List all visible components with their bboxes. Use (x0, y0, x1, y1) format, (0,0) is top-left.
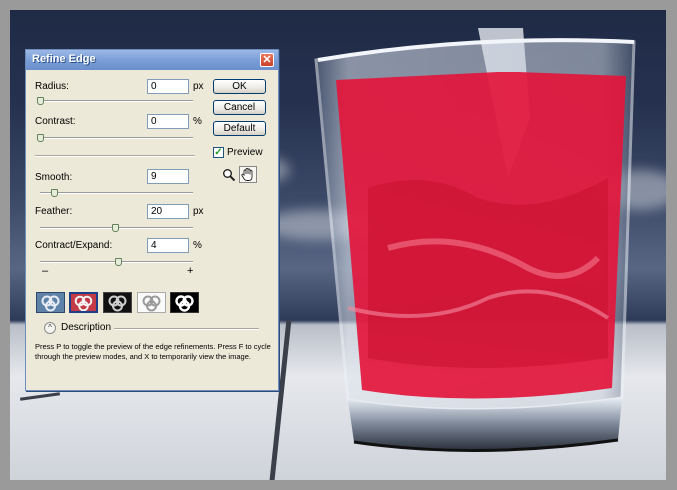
preview-label: Preview (227, 147, 263, 158)
minus-label: – (42, 265, 49, 277)
standard-mode-button[interactable] (36, 292, 65, 313)
description-toggle-icon[interactable]: ^ (44, 322, 56, 334)
mask-mode-button[interactable] (170, 292, 199, 313)
contrast-label: Contrast: (35, 116, 76, 127)
on-white-mode-icon (142, 295, 161, 312)
section-divider (35, 155, 195, 157)
mask-mode-icon (175, 295, 194, 312)
document-canvas: Refine Edge ✕ Radius: 0 px Contrast: 0 %… (0, 0, 677, 490)
description-text: Press P to toggle the preview of the edg… (35, 342, 271, 361)
on-black-mode-button[interactable] (103, 292, 132, 313)
cancel-button[interactable]: Cancel (213, 100, 266, 115)
ok-button[interactable]: OK (213, 79, 266, 94)
hand-tool-button[interactable] (239, 166, 257, 183)
description-label[interactable]: Description (61, 322, 111, 333)
on-black-mode-icon (108, 295, 127, 312)
smooth-input[interactable]: 9 (147, 169, 189, 184)
contrast-slider-track[interactable] (40, 137, 193, 139)
contract-expand-unit: % (193, 240, 202, 251)
contract-expand-slider-thumb[interactable] (115, 258, 122, 266)
contract-expand-input[interactable]: 4 (147, 238, 189, 253)
quick-mask-mode-icon (74, 295, 93, 312)
contrast-unit: % (193, 116, 202, 127)
refine-edge-dialog: Refine Edge ✕ Radius: 0 px Contrast: 0 %… (25, 49, 279, 391)
preview-checkbox[interactable]: ✓ (213, 147, 224, 158)
smooth-slider-track[interactable] (40, 192, 193, 194)
description-divider (114, 328, 259, 330)
hand-icon (241, 168, 253, 181)
radius-slider-track[interactable] (40, 100, 193, 102)
dialog-titlebar[interactable]: Refine Edge ✕ (26, 50, 278, 70)
radius-label: Radius: (35, 81, 69, 92)
feather-unit: px (193, 206, 204, 217)
default-button[interactable]: Default (213, 121, 266, 136)
contrast-slider-thumb[interactable] (37, 134, 44, 142)
radius-input[interactable]: 0 (147, 79, 189, 94)
on-white-mode-button[interactable] (137, 292, 166, 313)
feather-slider-thumb[interactable] (112, 224, 119, 232)
radius-slider-thumb[interactable] (37, 97, 44, 105)
quick-mask-mode-button[interactable] (69, 292, 98, 313)
dialog-title: Refine Edge (32, 53, 96, 65)
feather-input[interactable]: 20 (147, 204, 189, 219)
smooth-slider-thumb[interactable] (50, 189, 58, 197)
plus-label: + (187, 265, 194, 277)
radius-unit: px (193, 81, 204, 92)
smooth-label: Smooth: (35, 172, 73, 183)
table-plank-gap (19, 392, 61, 401)
close-icon[interactable]: ✕ (260, 53, 274, 67)
standard-mode-icon (41, 295, 60, 312)
contract-expand-label: Contract/Expand: (35, 240, 113, 251)
contrast-input[interactable]: 0 (147, 114, 189, 129)
glass-with-water (314, 28, 636, 453)
zoom-tool-icon[interactable] (222, 168, 236, 182)
feather-label: Feather: (35, 206, 73, 217)
